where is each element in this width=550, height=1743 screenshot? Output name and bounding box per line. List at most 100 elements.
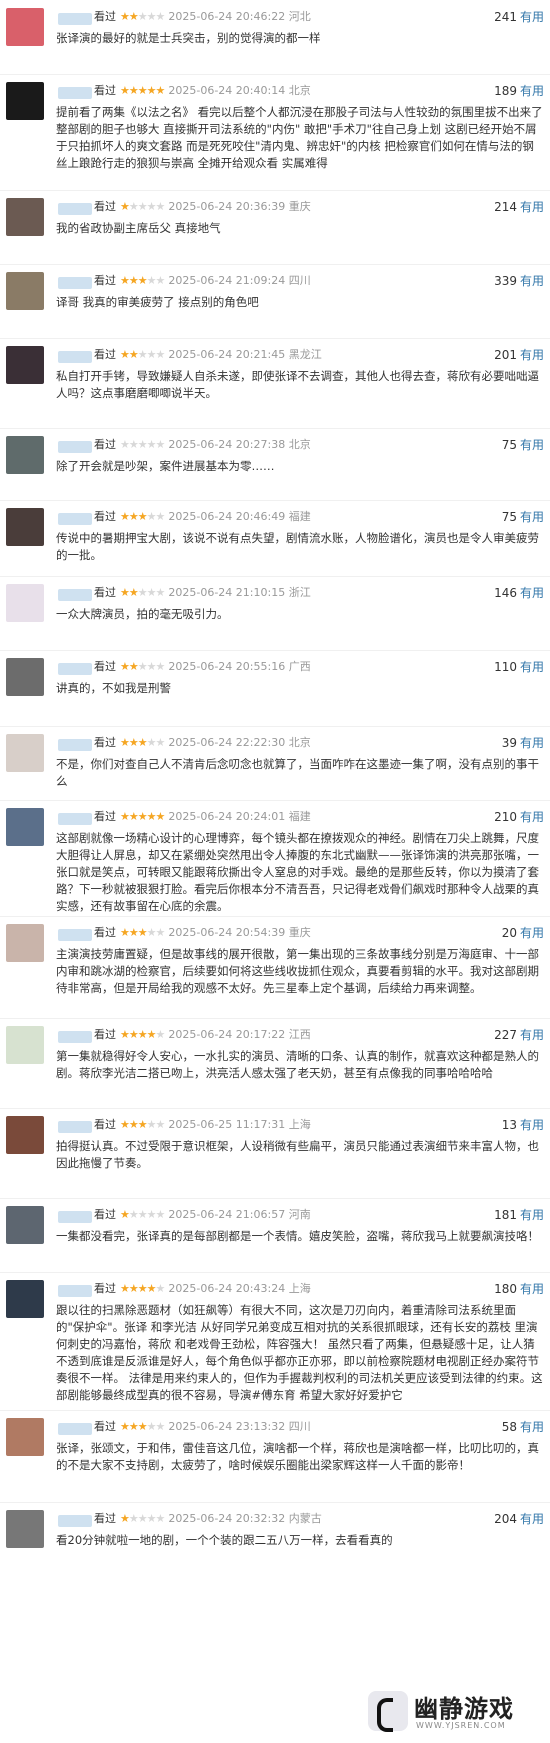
useful-vote[interactable]: 75 有用: [502, 436, 544, 454]
star-icon: ★: [146, 1282, 157, 1295]
review-meta: 看过 ★★★★★ 2025-06-24 20:46:49 福建: [94, 508, 311, 526]
avatar[interactable]: [6, 1026, 44, 1064]
username-link[interactable]: [58, 1031, 92, 1043]
star-icon: ★: [146, 438, 157, 451]
useful-button[interactable]: 有用: [520, 926, 544, 940]
useful-vote[interactable]: 39 有用: [502, 734, 544, 752]
username-link[interactable]: [58, 1515, 92, 1527]
avatar[interactable]: [6, 508, 44, 546]
avatar[interactable]: [6, 1418, 44, 1456]
username-link[interactable]: [58, 277, 92, 289]
avatar[interactable]: [6, 808, 44, 846]
star-icon: ★: [128, 736, 139, 749]
review-time: 2025-06-24 20:21:45: [168, 348, 286, 361]
useful-button[interactable]: 有用: [520, 510, 544, 524]
avatar[interactable]: [6, 658, 44, 696]
avatar[interactable]: [6, 734, 44, 772]
avatar[interactable]: [6, 1510, 44, 1548]
rating-stars: ★★★★★: [120, 438, 165, 451]
avatar[interactable]: [6, 198, 44, 236]
rating-stars: ★★★★★: [120, 1282, 165, 1295]
username-link[interactable]: [58, 739, 92, 751]
useful-button[interactable]: 有用: [520, 274, 544, 288]
useful-button[interactable]: 有用: [520, 1282, 544, 1296]
username-link[interactable]: [58, 513, 92, 525]
useful-vote[interactable]: 204 有用: [494, 1510, 544, 1528]
star-icon: ★: [137, 438, 148, 451]
useful-button[interactable]: 有用: [520, 10, 544, 24]
vote-count: 75: [501, 510, 517, 524]
useful-vote[interactable]: 339 有用: [494, 272, 544, 290]
review-meta: 看过 ★★★★★ 2025-06-24 20:36:39 重庆: [94, 198, 311, 216]
username-link[interactable]: [58, 87, 92, 99]
username-link[interactable]: [58, 203, 92, 215]
username-link[interactable]: [58, 1423, 92, 1435]
vote-count: 39: [501, 736, 517, 750]
avatar[interactable]: [6, 8, 44, 46]
review-meta: 看过 ★★★★★ 2025-06-24 23:13:32 四川: [94, 1418, 311, 1436]
useful-vote[interactable]: 181 有用: [494, 1206, 544, 1224]
star-icon: ★: [120, 1028, 130, 1041]
watch-status: 看过: [94, 1028, 116, 1041]
avatar[interactable]: [6, 924, 44, 962]
watch-status: 看过: [94, 274, 116, 287]
useful-button[interactable]: 有用: [520, 1118, 544, 1132]
avatar[interactable]: [6, 584, 44, 622]
useful-button[interactable]: 有用: [520, 1028, 544, 1042]
useful-vote[interactable]: 146 有用: [494, 584, 544, 602]
username-link[interactable]: [58, 589, 92, 601]
star-icon: ★: [146, 586, 157, 599]
username-link[interactable]: [58, 351, 92, 363]
useful-vote[interactable]: 75 有用: [502, 508, 544, 526]
review-time: 2025-06-24 20:43:24: [168, 1282, 286, 1295]
star-icon: ★: [120, 1118, 130, 1131]
useful-button[interactable]: 有用: [520, 1420, 544, 1434]
useful-button[interactable]: 有用: [520, 736, 544, 750]
review-meta: 看过 ★★★★★ 2025-06-24 21:09:24 四川: [94, 272, 311, 290]
useful-vote[interactable]: 20 有用: [502, 924, 544, 942]
username-link[interactable]: [58, 441, 92, 453]
rating-stars: ★★★★★: [120, 200, 165, 213]
useful-vote[interactable]: 58 有用: [502, 1418, 544, 1436]
avatar[interactable]: [6, 82, 44, 120]
useful-button[interactable]: 有用: [520, 660, 544, 674]
avatar[interactable]: [6, 1206, 44, 1244]
username-link[interactable]: [58, 1211, 92, 1223]
useful-vote[interactable]: 210 有用: [494, 808, 544, 826]
useful-button[interactable]: 有用: [520, 1512, 544, 1526]
username-link[interactable]: [58, 1121, 92, 1133]
avatar[interactable]: [6, 1116, 44, 1154]
review-text: 主演演技劳庸置疑，但是故事线的展开很散，第一集出现的三条故事线分别是万海庭审、十…: [56, 947, 539, 995]
useful-vote[interactable]: 201 有用: [494, 346, 544, 364]
useful-button[interactable]: 有用: [520, 438, 544, 452]
useful-vote[interactable]: 227 有用: [494, 1026, 544, 1044]
avatar[interactable]: [6, 272, 44, 310]
useful-vote[interactable]: 189 有用: [494, 82, 544, 100]
review-text: 译哥 我真的审美疲劳了 接点别的角色吧: [56, 295, 259, 309]
username-link[interactable]: [58, 1285, 92, 1297]
username-link[interactable]: [58, 813, 92, 825]
useful-vote[interactable]: 214 有用: [494, 198, 544, 216]
rating-stars: ★★★★★: [120, 1512, 165, 1525]
useful-button[interactable]: 有用: [520, 200, 544, 214]
username-link[interactable]: [58, 929, 92, 941]
watch-status: 看过: [94, 736, 116, 749]
username-link[interactable]: [58, 663, 92, 675]
vote-count: 210: [494, 810, 517, 824]
useful-button[interactable]: 有用: [520, 1208, 544, 1222]
useful-button[interactable]: 有用: [520, 810, 544, 824]
useful-button[interactable]: 有用: [520, 348, 544, 362]
username-link[interactable]: [58, 13, 92, 25]
avatar[interactable]: [6, 346, 44, 384]
vote-count: 146: [494, 586, 517, 600]
avatar[interactable]: [6, 1280, 44, 1318]
star-icon: ★: [146, 84, 157, 97]
avatar[interactable]: [6, 436, 44, 474]
useful-button[interactable]: 有用: [520, 84, 544, 98]
review-meta: 看过 ★★★★★ 2025-06-24 20:32:32 内蒙古: [94, 1510, 322, 1528]
useful-button[interactable]: 有用: [520, 586, 544, 600]
useful-vote[interactable]: 180 有用: [494, 1280, 544, 1298]
useful-vote[interactable]: 241 有用: [494, 8, 544, 26]
useful-vote[interactable]: 13 有用: [502, 1116, 544, 1134]
useful-vote[interactable]: 110 有用: [494, 658, 544, 676]
